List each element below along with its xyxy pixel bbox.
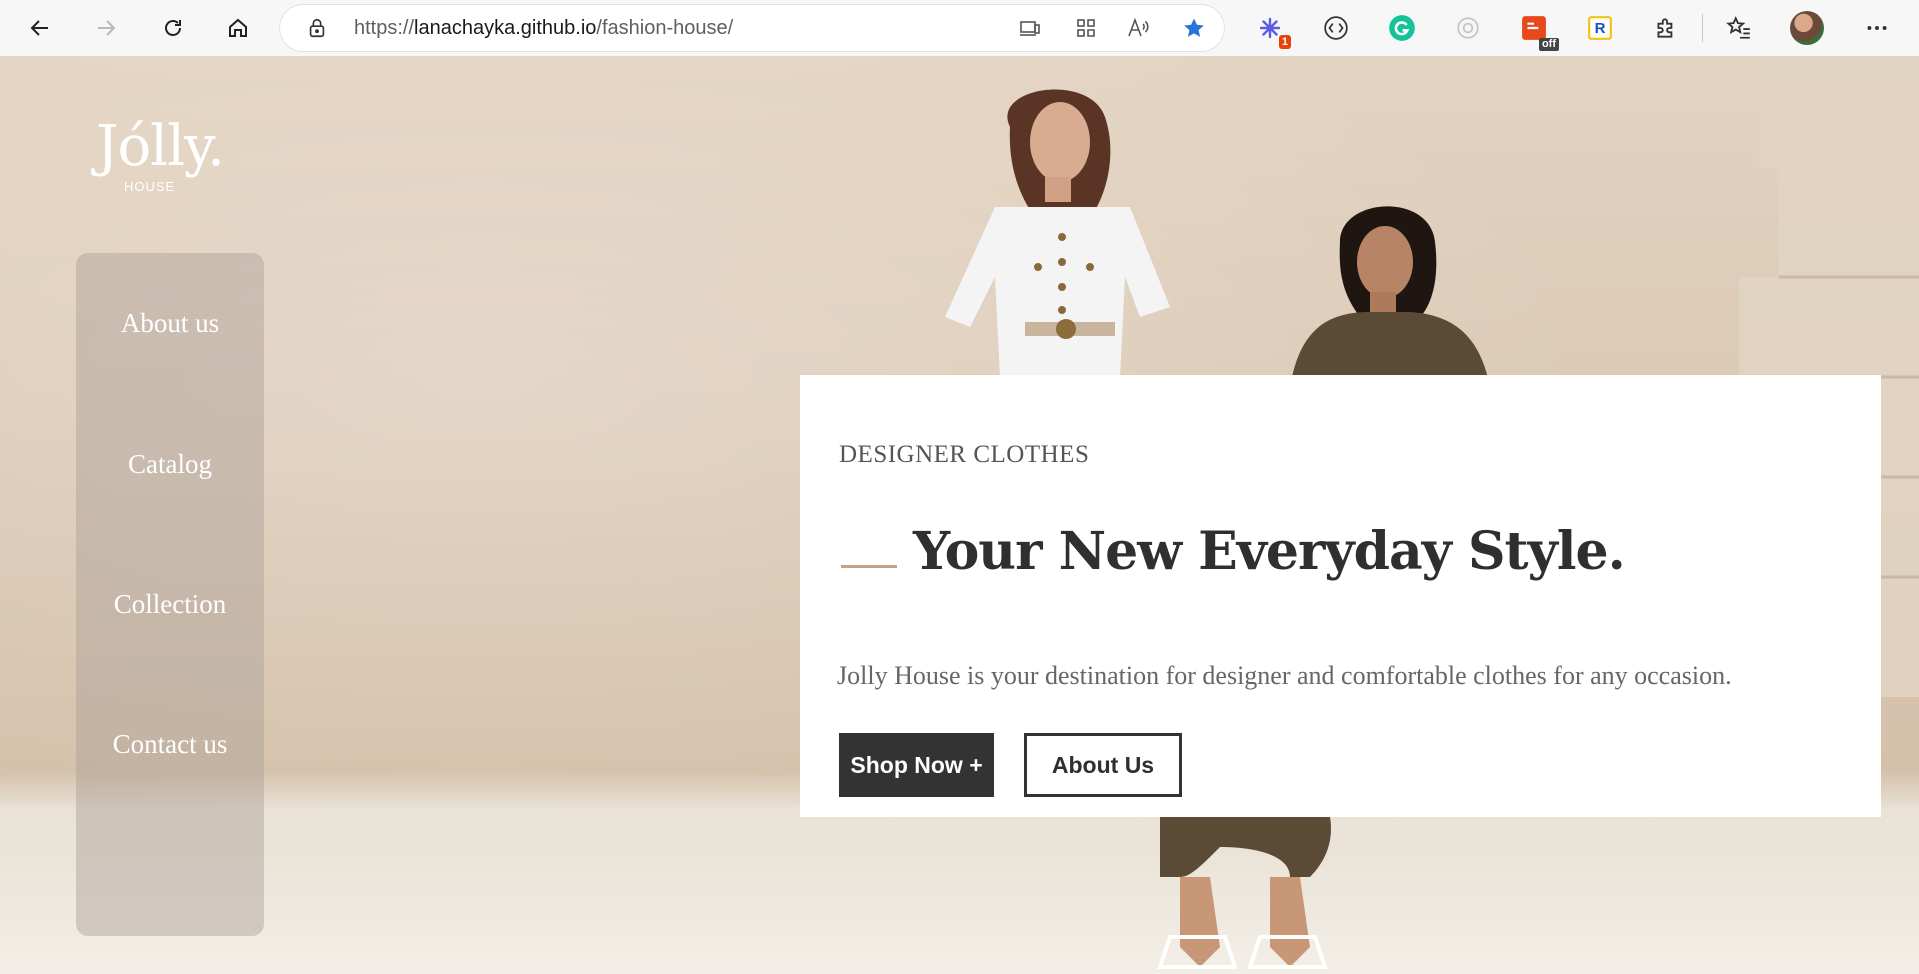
model-white-dress-image bbox=[945, 89, 1170, 377]
extension-circle[interactable] bbox=[1453, 13, 1483, 43]
grammarly-icon bbox=[1389, 15, 1415, 41]
extension-off[interactable]: off bbox=[1519, 13, 1559, 51]
extension-asterisk[interactable]: 1 bbox=[1255, 13, 1291, 49]
refresh-button[interactable] bbox=[155, 10, 191, 46]
about-us-button[interactable]: About Us bbox=[1024, 733, 1182, 797]
home-icon bbox=[229, 18, 247, 37]
favorites-list-icon bbox=[1726, 15, 1750, 39]
favorite-star-icon[interactable] bbox=[1182, 16, 1206, 40]
nav-item-collection[interactable]: Collection bbox=[76, 589, 264, 620]
side-navigation: About us Catalog Collection Contact us bbox=[76, 253, 264, 936]
nav-item-about-us[interactable]: About us bbox=[76, 308, 264, 339]
url-path: /fashion-house/ bbox=[596, 17, 734, 39]
headline-accent-line bbox=[841, 565, 897, 568]
model-shoes-image bbox=[1157, 817, 1331, 969]
site-logo[interactable]: Jólly. HOUSE bbox=[96, 112, 225, 194]
home-button[interactable] bbox=[220, 10, 256, 46]
url-host: lanachayka.github.io bbox=[414, 17, 597, 39]
floor-background bbox=[0, 867, 1919, 974]
settings-more-button[interactable] bbox=[1862, 13, 1892, 43]
disabled-extension-icon bbox=[1457, 17, 1479, 39]
nav-item-contact-us[interactable]: Contact us bbox=[76, 729, 264, 760]
extension-grammarly[interactable] bbox=[1387, 13, 1417, 43]
forward-button[interactable] bbox=[88, 10, 124, 46]
extension-r[interactable]: R bbox=[1585, 13, 1615, 43]
more-dots-icon bbox=[1867, 26, 1887, 30]
extension-badge: 1 bbox=[1278, 35, 1291, 49]
url-text[interactable]: https://lanachayka.github.io/fashion-hou… bbox=[354, 5, 733, 51]
refresh-icon bbox=[165, 20, 181, 36]
code-braces-icon bbox=[1324, 16, 1348, 40]
extensions-menu-button[interactable] bbox=[1651, 13, 1681, 43]
lock-icon bbox=[309, 18, 325, 38]
model-brown-outfit-image bbox=[1290, 206, 1490, 387]
profile-avatar[interactable] bbox=[1790, 11, 1824, 45]
puzzle-icon bbox=[1657, 18, 1673, 38]
hero-section: Jólly. HOUSE About us Catalog Collection… bbox=[0, 57, 1919, 974]
url-prefix: https:// bbox=[354, 17, 415, 39]
extension-off-badge: off bbox=[1538, 38, 1559, 51]
logo-subtitle: HOUSE bbox=[124, 179, 176, 194]
arrow-left-icon bbox=[30, 20, 48, 36]
shop-now-button[interactable]: Shop Now + bbox=[839, 733, 994, 797]
extension-code[interactable] bbox=[1321, 13, 1351, 43]
r-extension-letter: R bbox=[1594, 19, 1606, 37]
hero-card: DESIGNER CLOTHES Your New Everyday Style… bbox=[800, 375, 1881, 817]
arrow-right-icon bbox=[98, 20, 116, 36]
read-aloud-icon[interactable] bbox=[1126, 16, 1150, 40]
toolbar-separator bbox=[1702, 14, 1703, 42]
nav-item-catalog[interactable]: Catalog bbox=[76, 449, 264, 480]
hero-eyebrow: DESIGNER CLOTHES bbox=[839, 441, 1090, 468]
hero-headline: Your New Everyday Style. bbox=[913, 521, 1626, 582]
qr-code-icon[interactable] bbox=[1074, 16, 1098, 40]
logo-wordmark: Jólly. bbox=[96, 114, 225, 179]
address-bar[interactable]: https://lanachayka.github.io/fashion-hou… bbox=[280, 5, 1224, 51]
browser-toolbar: https://lanachayka.github.io/fashion-hou… bbox=[0, 0, 1919, 57]
hero-lead-text: Jolly House is your destination for desi… bbox=[837, 661, 1732, 690]
favorites-button[interactable] bbox=[1724, 13, 1754, 43]
app-available-icon[interactable] bbox=[1018, 16, 1042, 40]
back-button[interactable] bbox=[22, 10, 58, 46]
